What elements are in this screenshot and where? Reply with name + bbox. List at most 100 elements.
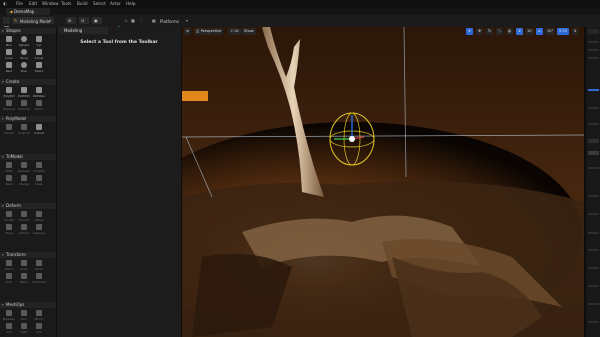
tool-duplicate[interactable]: Duplicate xyxy=(32,273,46,285)
menu-help[interactable]: Help xyxy=(126,1,136,6)
tool-warp[interactable]: Warp xyxy=(2,224,16,236)
modeling-panel-tab[interactable]: Modeling xyxy=(59,27,108,34)
menu-select[interactable]: Select xyxy=(93,1,106,6)
palette-section-trimodel[interactable]: ▾ TriModel xyxy=(0,154,56,160)
tool-split[interactable]: Split xyxy=(17,323,31,335)
property-row[interactable] xyxy=(588,321,599,323)
perspective-button[interactable]: ◫ Perspective xyxy=(194,28,224,35)
tool-torus[interactable]: Torus xyxy=(17,49,31,61)
tool-extrude[interactable]: Extrude xyxy=(17,100,31,112)
level-viewport[interactable] xyxy=(182,27,584,337)
rotate-button[interactable]: ↻ xyxy=(486,28,494,35)
document-tab[interactable]: ▪ DemoMap xyxy=(6,8,50,15)
world-space-button[interactable]: ◍ xyxy=(506,28,514,35)
property-row[interactable] xyxy=(588,167,599,169)
tool-simplify[interactable]: Simplify xyxy=(32,162,46,174)
viewport-options-button[interactable]: ≡ xyxy=(184,28,192,35)
selected-row[interactable] xyxy=(588,89,599,91)
palette-section-meshops[interactable]: ▾ MeshOps xyxy=(0,302,56,308)
tool-sphere[interactable]: Sphere xyxy=(17,36,31,48)
tool-lattice[interactable]: Lattice xyxy=(17,224,31,236)
menu-edit[interactable]: Edit xyxy=(29,1,37,6)
tool-cone[interactable]: Cone xyxy=(2,49,16,61)
scale-button[interactable]: ⤡ xyxy=(496,28,503,35)
play-button[interactable] xyxy=(116,17,124,31)
stop-button[interactable]: ■ xyxy=(131,17,137,24)
menu-tools[interactable]: Tools xyxy=(61,1,71,6)
tool-arrow[interactable]: Arrow xyxy=(32,49,46,61)
tool-sculpt[interactable]: Sculpt xyxy=(2,211,16,223)
tool-edit[interactable]: Edit xyxy=(2,273,16,285)
property-row[interactable] xyxy=(588,232,599,234)
outliner-row[interactable] xyxy=(588,49,599,51)
tool-rect[interactable]: Rect xyxy=(2,62,16,74)
unreal-logo-icon[interactable]: ◐ xyxy=(3,1,7,6)
tool-polyedit[interactable]: PolyEd xyxy=(2,124,16,136)
tool-stairs[interactable]: Stairs xyxy=(32,62,46,74)
tool-weld[interactable]: Weld xyxy=(2,175,16,187)
tool-displace[interactable]: Displace xyxy=(32,224,46,236)
grid-snap-value[interactable]: 10 xyxy=(525,28,534,35)
outliner-row[interactable] xyxy=(588,107,599,109)
tool-cylinder[interactable]: Cyl xyxy=(32,36,46,48)
tool-pathextrude[interactable]: PathExt xyxy=(17,87,31,99)
property-row[interactable] xyxy=(588,285,599,287)
tool-boolean[interactable]: Boolean xyxy=(2,310,16,322)
tool-xform[interactable]: Xform xyxy=(2,260,16,272)
translate-button[interactable]: ✥ xyxy=(476,28,484,35)
menu-file[interactable]: File xyxy=(16,1,23,6)
platforms-menu[interactable]: ▦ Platforms ▾ xyxy=(152,17,196,24)
property-row[interactable] xyxy=(588,267,599,269)
angle-snap-value[interactable]: 10° xyxy=(545,28,556,35)
grid-snap-button[interactable]: # xyxy=(516,28,524,35)
blueprints-button[interactable]: ⊟ xyxy=(79,17,89,24)
play-options-button[interactable]: ⋮ xyxy=(139,17,145,24)
tool-plane[interactable]: Plane xyxy=(32,100,46,112)
tool-polyextrude[interactable]: PolyExt xyxy=(2,87,16,99)
mode-selector[interactable]: ✎ Modeling Mode ▾ xyxy=(12,17,54,24)
tool-pivot[interactable]: Pivot xyxy=(32,260,46,272)
tool-box[interactable]: Box xyxy=(2,36,16,48)
tool-offset[interactable]: Offset xyxy=(32,211,46,223)
outliner-row[interactable] xyxy=(588,57,599,59)
property-row[interactable] xyxy=(588,213,599,215)
save-icon[interactable] xyxy=(3,17,10,31)
property-row[interactable] xyxy=(588,151,599,155)
tool-trim[interactable]: Trim xyxy=(17,310,31,322)
details-section[interactable] xyxy=(588,139,599,143)
property-row[interactable] xyxy=(588,195,599,197)
menu-actor[interactable]: Actor xyxy=(110,1,121,6)
tool-smooth[interactable]: Smooth xyxy=(17,211,31,223)
menu-window[interactable]: Window xyxy=(42,1,59,6)
details-tab[interactable] xyxy=(588,29,599,34)
palette-section-deform[interactable]: ▾ Deform xyxy=(0,203,56,209)
palette-section-transform[interactable]: ▾ Transform xyxy=(0,252,56,258)
tool-cutout[interactable]: Cutout xyxy=(32,124,46,136)
palette-section-polymodel[interactable]: ▾ PolyModel xyxy=(0,116,56,122)
property-row[interactable] xyxy=(588,303,599,305)
property-row[interactable] xyxy=(588,249,599,251)
view-mode-button[interactable]: ☼ Lit xyxy=(228,28,241,35)
add-content-button[interactable]: ⊞ xyxy=(66,17,76,24)
tool-revolve[interactable]: Revolve xyxy=(2,100,16,112)
outliner-row[interactable] xyxy=(588,41,599,43)
tool-triedit[interactable]: TriEd xyxy=(2,162,16,174)
scale-snap-button[interactable]: 0.25 xyxy=(557,28,570,35)
tool-merge[interactable]: Merge xyxy=(17,175,31,187)
tool-align[interactable]: Align xyxy=(17,260,31,272)
menu-build[interactable]: Build xyxy=(77,1,88,6)
show-button[interactable]: Show xyxy=(242,28,256,35)
tool-polycut[interactable]: PolyCut xyxy=(17,124,31,136)
tool-clean[interactable]: Clean xyxy=(32,175,46,187)
tool-mirror[interactable]: Mirror xyxy=(32,310,46,322)
tool-cut[interactable]: Cut xyxy=(2,323,16,335)
palette-section-shapes[interactable]: ▾ Shapes xyxy=(0,28,56,34)
angle-snap-button[interactable]: ∠ xyxy=(536,28,544,35)
tool-remesh[interactable]: Remesh xyxy=(17,162,31,174)
tool-disc[interactable]: Disc xyxy=(17,62,31,74)
tool-join[interactable]: Join xyxy=(32,323,46,335)
outliner-row[interactable] xyxy=(588,123,599,125)
tool-bake[interactable]: Bake xyxy=(17,273,31,285)
cinematics-button[interactable]: ▣ xyxy=(92,17,102,24)
select-mode-button[interactable]: ➤ xyxy=(466,28,474,35)
